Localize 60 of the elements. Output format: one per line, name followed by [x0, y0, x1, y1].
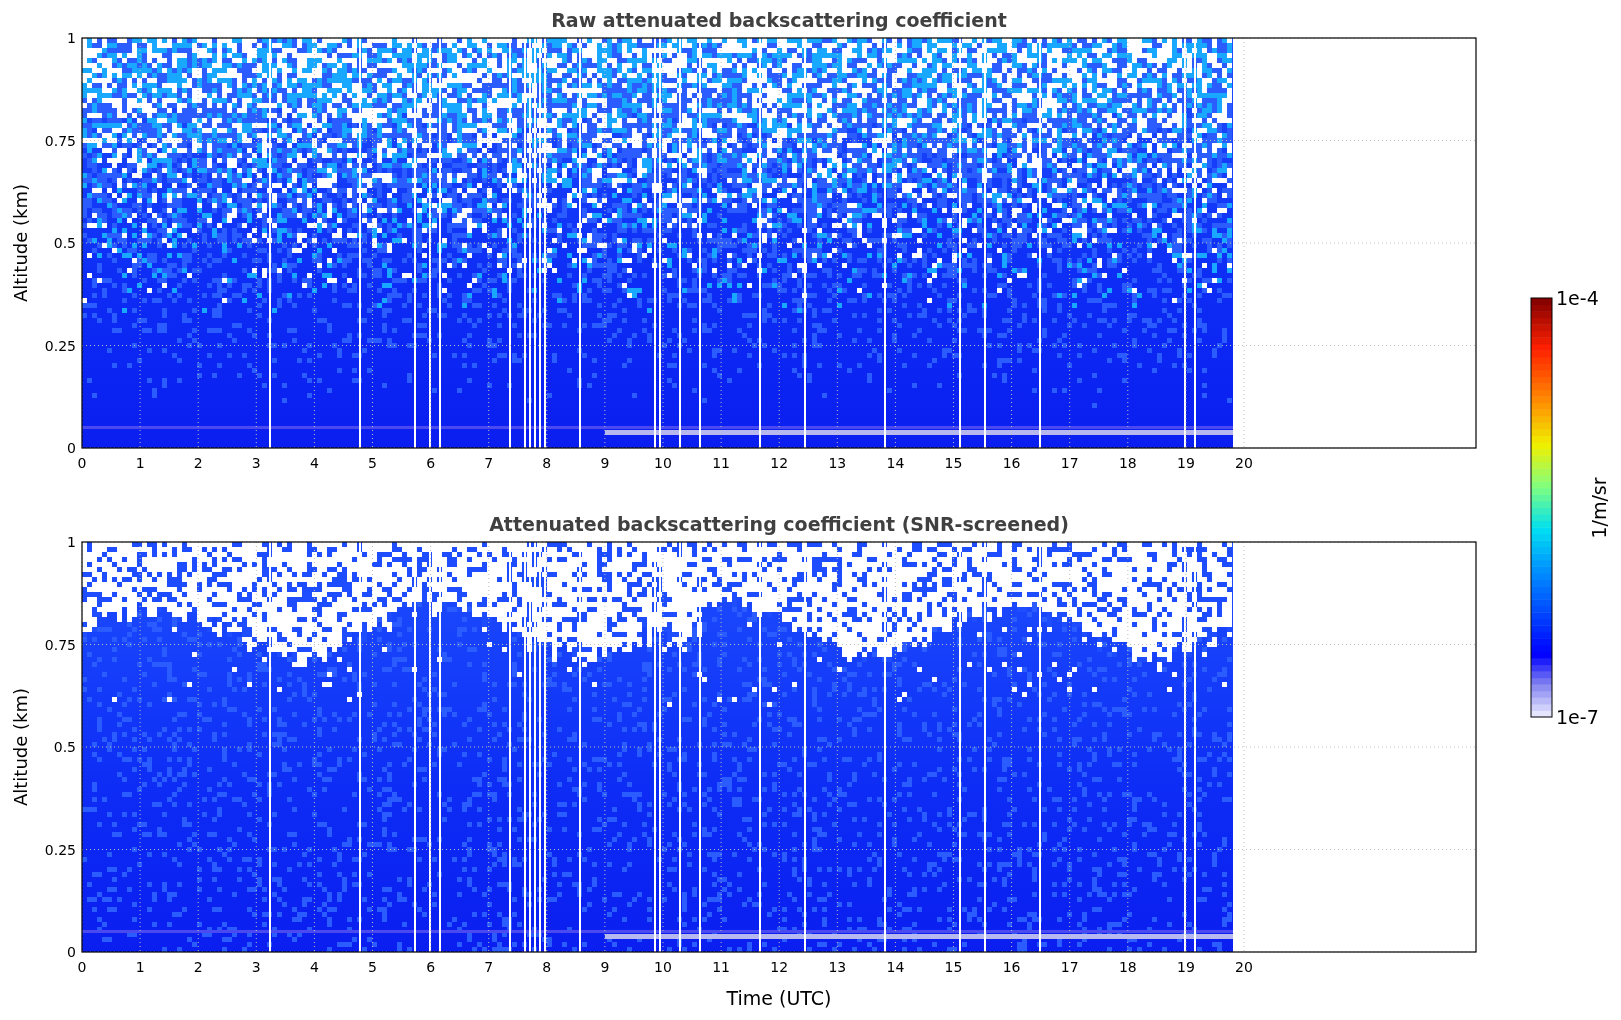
x-tick-label: 18 [1118, 959, 1137, 975]
y-tick-label: 0.5 [53, 235, 76, 251]
x-tick-label: 3 [251, 455, 261, 471]
x-tick-label: 15 [944, 959, 963, 975]
colorbar-unit-label: 1/m/sr [1588, 477, 1610, 539]
x-tick-label: 6 [426, 959, 436, 975]
x-tick-label: 15 [944, 455, 963, 471]
x-tick-label: 13 [828, 959, 847, 975]
y-tick-label: 0.75 [44, 636, 76, 653]
y-tick-label: 0 [67, 944, 76, 960]
x-tick-label: 17 [1060, 959, 1079, 975]
x-tick-label: 6 [426, 455, 436, 471]
colorbar-min-label: 1e-7 [1556, 706, 1599, 728]
x-tick-label: 20 [1235, 455, 1253, 471]
y-tick-label: 0.25 [44, 841, 76, 858]
x-tick-label: 20 [1235, 959, 1253, 975]
x-tick-label: 2 [193, 959, 203, 975]
x-tick-label: 9 [600, 959, 610, 975]
y-axis-label: Altitude (km) [10, 687, 31, 807]
x-axis-label: Time (UTC) [726, 987, 832, 1009]
x-tick-label: 14 [886, 959, 905, 975]
x-tick-label: 8 [542, 959, 552, 975]
x-tick-label: 19 [1177, 455, 1195, 471]
x-tick-label: 10 [654, 959, 672, 975]
x-tick-label: 9 [600, 455, 610, 471]
x-tick-label: 11 [712, 959, 730, 975]
x-tick-label: 12 [770, 455, 789, 471]
x-tick-label: 12 [770, 959, 789, 975]
y-tick-label: 1 [67, 30, 76, 46]
x-tick-label: 13 [828, 455, 847, 471]
x-tick-label: 17 [1060, 455, 1079, 471]
x-tick-label: 5 [368, 455, 377, 471]
y-tick-label: 0.5 [53, 739, 76, 755]
colorbar-max-label: 1e-4 [1556, 287, 1599, 309]
x-tick-label: 3 [251, 959, 261, 975]
x-tick-label: 7 [484, 959, 494, 975]
x-tick-label: 0 [77, 455, 87, 471]
x-tick-label: 19 [1177, 959, 1195, 975]
y-axis-label: Altitude (km) [10, 183, 31, 303]
x-tick-label: 14 [886, 455, 905, 471]
plot-title: Attenuated backscattering coefficient (SNR-screened) [489, 513, 1069, 535]
x-tick-label: 16 [1002, 455, 1021, 471]
x-tick-label: 8 [542, 455, 552, 471]
x-tick-label: 1 [135, 455, 145, 471]
x-tick-label: 5 [368, 959, 377, 975]
x-tick-label: 7 [484, 455, 494, 471]
x-tick-label: 2 [193, 455, 203, 471]
x-tick-label: 18 [1118, 455, 1137, 471]
x-tick-label: 10 [654, 455, 672, 471]
y-tick-label: 0.25 [44, 337, 76, 354]
y-tick-label: 0.75 [44, 132, 76, 149]
x-tick-label: 1 [135, 959, 145, 975]
x-tick-label: 11 [712, 455, 730, 471]
x-tick-label: 4 [309, 455, 319, 471]
x-tick-label: 4 [309, 959, 319, 975]
y-tick-label: 1 [67, 534, 76, 550]
plot-title: Raw attenuated backscattering coefficient [551, 9, 1007, 31]
x-tick-label: 16 [1002, 959, 1021, 975]
y-tick-label: 0 [67, 440, 76, 456]
x-tick-label: 0 [77, 959, 87, 975]
